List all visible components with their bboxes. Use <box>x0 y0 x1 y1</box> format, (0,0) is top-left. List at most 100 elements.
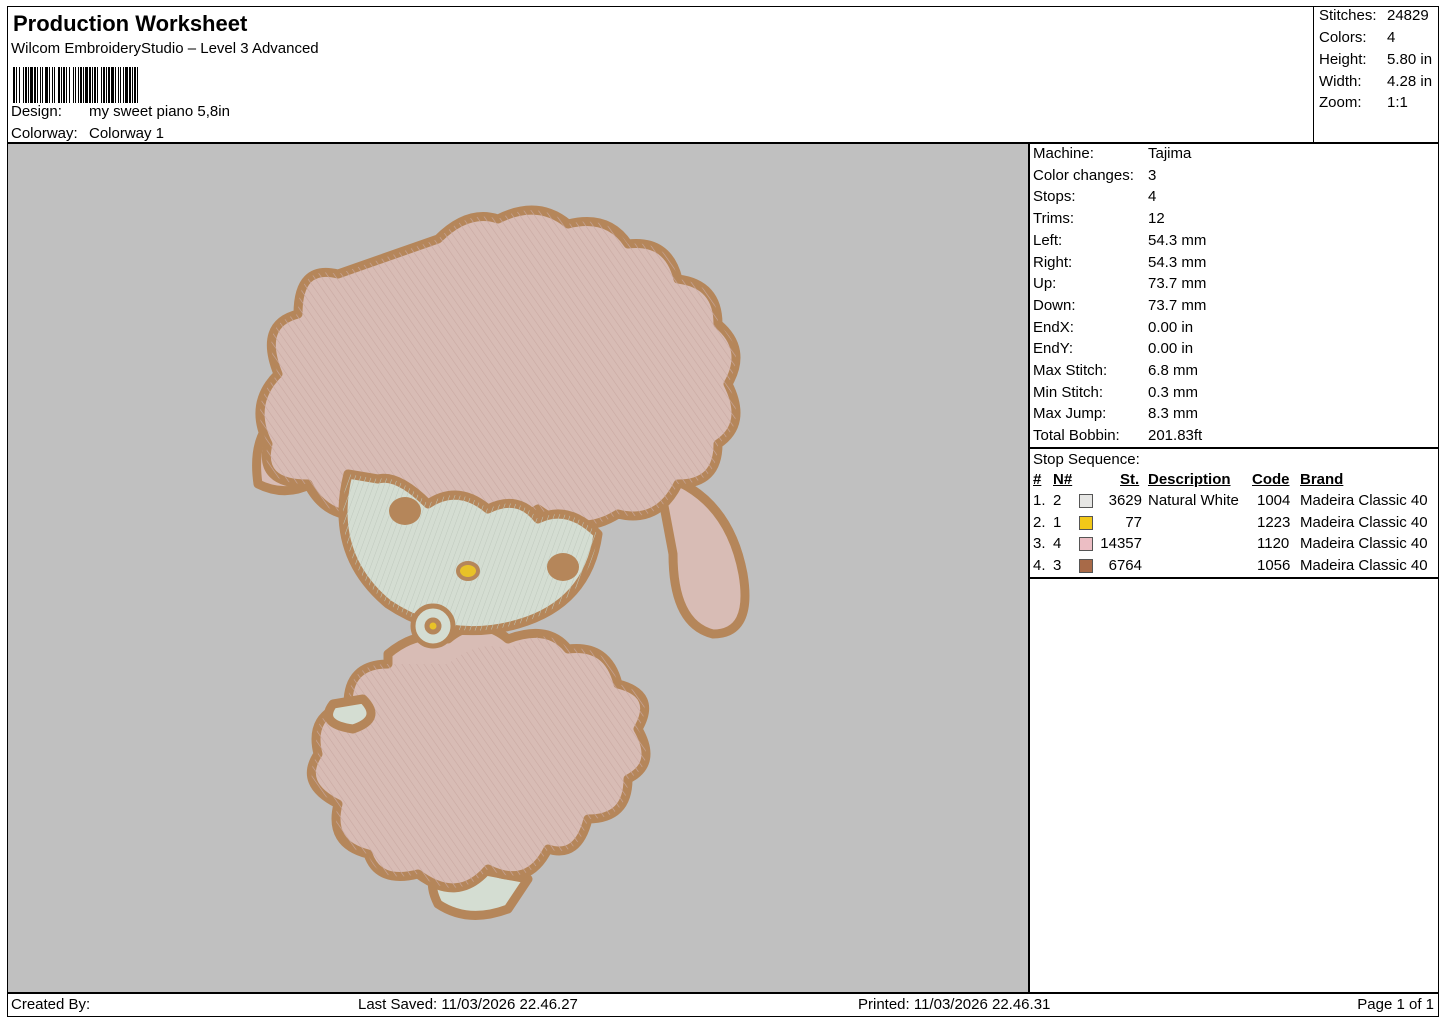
info-value: 201.83ft <box>1148 427 1203 445</box>
stop-brand: Madeira Classic 40 <box>1300 557 1428 575</box>
col-header-needle: N# <box>1053 471 1073 488</box>
printed-date: Printed: 11/03/2026 22.46.31 <box>858 996 1051 1013</box>
info-value: 54.3 mm <box>1148 253 1207 271</box>
design-value: my sweet piano 5,8in <box>89 103 230 120</box>
stop-n: 3 <box>1053 557 1062 575</box>
colorway-value: Colorway 1 <box>89 125 165 142</box>
info-row: Right: 54.3 mm <box>1033 254 1206 274</box>
page-title: Production Worksheet <box>13 11 248 36</box>
color-swatch <box>1079 537 1093 552</box>
summary-row-colors: Colors: 4 <box>1319 29 1396 46</box>
info-value: 0.3 mm <box>1148 383 1199 401</box>
info-value: 8.3 mm <box>1148 405 1199 423</box>
col-header-brand: Brand <box>1300 471 1344 488</box>
stop-idx: 4. <box>1033 557 1046 575</box>
stop-stitches: 14357 <box>1100 535 1142 553</box>
embroidery-design-preview <box>252 205 750 920</box>
info-value: 12 <box>1148 210 1165 228</box>
stop-row: 3. 4 1120 Madeira Classic 40 14357 <box>1030 535 1440 557</box>
info-value: 6.8 mm <box>1148 362 1199 379</box>
page-number: Page 1 of 1 <box>1357 996 1434 1013</box>
info-label: Stops: <box>1033 188 1076 206</box>
info-value: 73.7 mm <box>1148 296 1207 314</box>
info-value: 0.00 in <box>1148 340 1194 358</box>
worksheet-header: Production Worksheet Wilcom EmbroiderySt… <box>7 6 1439 143</box>
info-label: Total Bobbin: <box>1033 427 1120 445</box>
info-value: 54.3 mm <box>1148 231 1207 249</box>
summary-row-width: Width: 4.28 in <box>1319 73 1433 90</box>
stop-row: 4. 3 1056 Madeira Classic 40 6764 <box>1030 557 1440 579</box>
software-name: Wilcom EmbroideryStudio – Level 3 Advanc… <box>11 40 319 57</box>
colorway-label: Colorway: <box>11 125 78 142</box>
info-label: Max Stitch: <box>1033 362 1108 379</box>
info-row: Trims: 12 <box>1033 210 1165 230</box>
summary-row-zoom: Zoom: 1:1 <box>1319 94 1408 111</box>
stop-idx: 2. <box>1033 513 1046 531</box>
created-by: Created By: <box>11 996 91 1013</box>
color-swatch <box>1079 559 1093 574</box>
info-label: EndX: <box>1033 318 1074 336</box>
col-header-description: Description <box>1148 471 1231 488</box>
info-label: Left: <box>1033 231 1063 249</box>
barcode <box>13 61 139 103</box>
machine-info-panel: Machine: Tajima Color changes: 3 Stops: 4 Trim… <box>1029 143 1439 448</box>
info-value: 3 <box>1148 166 1157 184</box>
info-value: 4 <box>1148 188 1157 206</box>
stop-stitches: 77 <box>1125 513 1142 531</box>
info-row: Color changes: 3 <box>1033 167 1156 187</box>
last-saved: Last Saved: 11/03/2026 22.46.27 <box>358 996 578 1013</box>
barcode-bar <box>138 67 139 103</box>
info-row: Max Stitch: 6.8 mm <box>1033 362 1198 382</box>
info-row: Up: 73.7 mm <box>1033 275 1206 295</box>
blank-panel <box>1029 578 1439 993</box>
info-row: EndY: 0.00 in <box>1033 340 1193 360</box>
design-label: Design: <box>11 103 62 120</box>
info-label: Right: <box>1033 253 1073 271</box>
stop-n: 2 <box>1053 492 1062 509</box>
info-row: Machine: Tajima <box>1033 145 1191 165</box>
worksheet-footer: Created By: Last Saved: 11/03/2026 22.46… <box>7 993 1439 1017</box>
color-swatch <box>1079 515 1093 530</box>
stop-n: 1 <box>1053 513 1062 531</box>
info-label: Color changes: <box>1033 166 1134 184</box>
summary-row-stitches: Stitches: 24829 <box>1319 7 1429 24</box>
info-value: 0.00 in <box>1148 318 1194 336</box>
stop-code: 1120 <box>1257 535 1290 553</box>
info-row: Min Stitch: 0.3 mm <box>1033 384 1198 404</box>
info-value: Tajima <box>1148 145 1192 162</box>
stop-row: 2. 1 1223 Madeira Classic 40 77 <box>1030 514 1440 536</box>
stop-row: 1. 2 Natural White 1004 Madeira Classic 40 36… <box>1030 492 1440 514</box>
stop-desc: Natural White <box>1148 492 1239 509</box>
stop-idx: 3. <box>1033 535 1046 553</box>
stop-stitches: 3629 <box>1108 492 1142 509</box>
design-canvas <box>7 143 1029 993</box>
stop-stitches: 6764 <box>1108 557 1142 575</box>
color-swatch <box>1079 494 1093 508</box>
stop-code: 1056 <box>1257 557 1291 575</box>
info-label: Min Stitch: <box>1033 383 1104 401</box>
design-summary: Stitches: 24829 Colors: 4 Height: 5.80 in W… <box>1313 6 1439 143</box>
info-label: EndY: <box>1033 340 1074 358</box>
col-header-index: # <box>1033 471 1042 488</box>
info-label: Max Jump: <box>1033 405 1107 423</box>
stop-code: 1223 <box>1257 513 1291 531</box>
info-label: Down: <box>1033 296 1076 314</box>
info-row: Max Jump: 8.3 mm <box>1033 405 1198 425</box>
info-label: Up: <box>1033 275 1057 293</box>
info-row: Left: 54.3 mm <box>1033 232 1206 252</box>
info-row: Down: 73.7 mm <box>1033 297 1206 317</box>
col-header-stitches: St. <box>1120 471 1140 488</box>
info-row: EndX: 0.00 in <box>1033 319 1193 339</box>
info-label: Trims: <box>1033 210 1075 228</box>
info-label: Machine: <box>1033 145 1094 162</box>
info-row: Total Bobbin: 201.83ft <box>1033 427 1202 447</box>
stop-brand: Madeira Classic 40 <box>1300 513 1428 531</box>
stop-brand: Madeira Classic 40 <box>1300 492 1428 509</box>
stop-brand: Madeira Classic 40 <box>1300 535 1428 553</box>
info-value: 73.7 mm <box>1148 275 1207 293</box>
stop-sequence-title: Stop Sequence: <box>1033 451 1140 468</box>
info-row: Stops: 4 <box>1033 188 1156 208</box>
stop-idx: 1. <box>1033 492 1046 509</box>
stop-code: 1004 <box>1257 492 1291 509</box>
summary-row-height: Height: 5.80 in <box>1319 51 1433 68</box>
